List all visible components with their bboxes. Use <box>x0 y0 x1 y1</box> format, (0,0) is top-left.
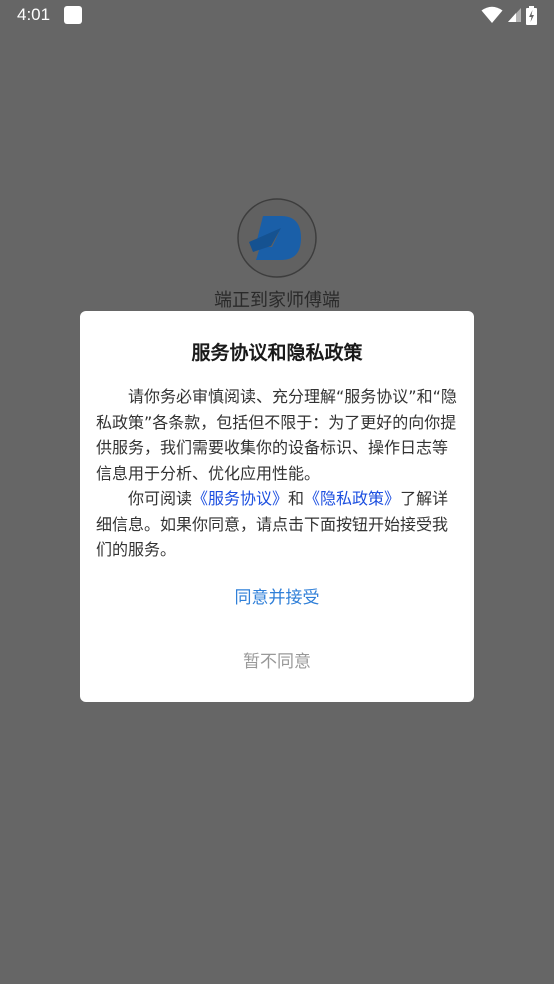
privacy-policy-link[interactable]: 《隐私政策》 <box>304 489 400 508</box>
status-icons <box>481 5 537 25</box>
status-bar: 4:01 <box>0 0 554 32</box>
dialog-title: 服务协议和隐私政策 <box>191 342 363 364</box>
service-agreement-link[interactable]: 《服务协议》 <box>192 489 288 508</box>
paragraph-2-prefix: 你可阅读 <box>128 489 193 508</box>
paragraph-2-and: 和 <box>288 489 305 508</box>
agree-button[interactable]: 同意并接受 <box>80 583 474 608</box>
d-logo-icon <box>237 198 317 278</box>
dialog-paragraph-1: 请你务必审慎阅读、充分理解“服务协议”和“隐私政策”各条款，包括但不限于：为了更… <box>96 387 457 483</box>
wifi-icon <box>481 6 503 23</box>
status-time: 4:01 <box>17 5 51 24</box>
app-name: 端正到家师傅端 <box>214 290 340 311</box>
battery-charging-icon <box>526 5 537 25</box>
privacy-dialog: 服务协议和隐私政策 请你务必审慎阅读、充分理解“服务协议”和“隐私政策”各条款，… <box>80 311 474 702</box>
disagree-button[interactable]: 暂不同意 <box>80 647 474 672</box>
dialog-paragraph-2: 你可阅读《服务协议》和《隐私政策》了解详细信息。如果你同意，请点击下面按钮开始接… <box>96 486 458 563</box>
cellular-signal-icon <box>508 8 521 22</box>
dialog-body: 请你务必审慎阅读、充分理解“服务协议”和“隐私政策”各条款，包括但不限于：为了更… <box>96 384 458 563</box>
notification-square-icon <box>64 6 82 24</box>
